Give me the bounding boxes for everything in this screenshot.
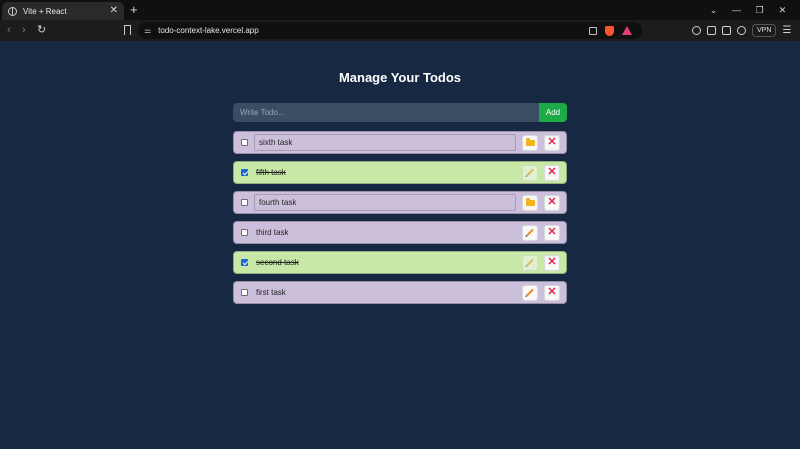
todo-text-field[interactable]: second task [254,254,516,271]
tab-list-icon[interactable]: ⌄ [702,2,725,18]
vpn-button[interactable]: VPN [752,24,777,37]
reload-icon[interactable]: ↻ [37,23,46,37]
page-title: Manage Your Todos [338,70,462,85]
browser-toolbar: ‹ › ↻ ⚌ todo-context-lake.vercel.app VPN… [0,20,800,41]
address-bar[interactable]: ⚌ todo-context-lake.vercel.app [138,22,642,39]
browser-tab-bar: Vite + React ✕ + ⌄ — ❐ ✕ [0,0,800,20]
todo-text-field[interactable]: fourth task [254,194,516,211]
close-window-icon[interactable]: ✕ [771,2,794,18]
back-icon[interactable]: ‹ [7,23,11,37]
todo-item: first task ✕ [233,281,567,304]
todo-checkbox[interactable] [241,259,248,266]
folder-icon [525,138,535,146]
delete-button[interactable]: ✕ [544,254,560,271]
menu-icon[interactable]: ☰ [782,25,791,36]
sidebar-icon[interactable] [707,26,716,35]
brave-rewards-icon[interactable] [622,26,632,35]
delete-button[interactable]: ✕ [544,224,560,241]
forward-icon[interactable]: › [22,23,26,37]
new-tab-button[interactable]: + [130,3,138,16]
todo-input[interactable] [233,103,539,122]
tab-title: Vite + React [23,6,67,16]
favicon-icon [8,6,17,16]
minimize-icon[interactable]: — [725,2,748,18]
address-bar-icons [589,25,632,36]
bookmark-icon[interactable] [124,25,131,35]
pencil-icon [526,228,534,237]
todo-item: sixth task ✕ [233,131,567,154]
todo-checkbox[interactable] [241,199,248,206]
todo-text-field[interactable]: third task [254,224,516,241]
browser-tab[interactable]: Vite + React ✕ [2,2,124,20]
add-button[interactable]: Add [539,103,567,122]
leo-ai-icon[interactable] [692,26,701,35]
brave-shields-icon[interactable] [605,25,614,36]
todo-item: fourth task ✕ [233,191,567,214]
wallet-icon[interactable] [722,26,731,35]
close-icon: ✕ [547,256,557,268]
tab-close-icon[interactable]: ✕ [110,6,118,16]
site-settings-icon[interactable]: ⚌ [144,26,151,35]
todo-text-field[interactable]: first task [254,284,516,301]
close-icon: ✕ [547,196,557,208]
pencil-icon [526,258,534,267]
delete-button[interactable]: ✕ [544,164,560,181]
edit-button[interactable] [522,164,538,181]
todo-item: fifth task ✕ [233,161,567,184]
delete-button[interactable]: ✕ [544,134,560,151]
todo-item: third task ✕ [233,221,567,244]
extensions-icon[interactable] [737,26,746,35]
toolbar-right-icons: VPN ☰ [692,24,791,37]
pencil-icon [526,288,534,297]
save-button[interactable] [522,134,538,151]
pencil-icon [526,168,534,177]
close-icon: ✕ [547,136,557,148]
close-icon: ✕ [547,166,557,178]
todo-text-field[interactable]: fifth task [254,164,516,181]
todo-checkbox[interactable] [241,289,248,296]
share-icon[interactable] [589,26,597,35]
save-button[interactable] [522,194,538,211]
edit-button[interactable] [522,224,538,241]
folder-icon [525,198,535,206]
restore-icon[interactable]: ❐ [748,2,771,18]
todo-text-field[interactable]: sixth task [254,134,516,151]
close-icon: ✕ [547,286,557,298]
url-text[interactable]: todo-context-lake.vercel.app [158,26,589,35]
todo-checkbox[interactable] [241,229,248,236]
todo-app: Manage Your Todos Add sixth task✕fifth t… [233,62,567,311]
todo-form: Add [233,103,567,122]
edit-button[interactable] [522,254,538,271]
todo-list: sixth task ✕ fifth task ✕ fourth task ✕ third … [233,131,567,304]
todo-item: second task ✕ [233,251,567,274]
close-icon: ✕ [547,226,557,238]
delete-button[interactable]: ✕ [544,194,560,211]
window-controls: ⌄ — ❐ ✕ [702,2,794,18]
edit-button[interactable] [522,284,538,301]
todo-checkbox[interactable] [241,169,248,176]
delete-button[interactable]: ✕ [544,284,560,301]
todo-checkbox[interactable] [241,139,248,146]
